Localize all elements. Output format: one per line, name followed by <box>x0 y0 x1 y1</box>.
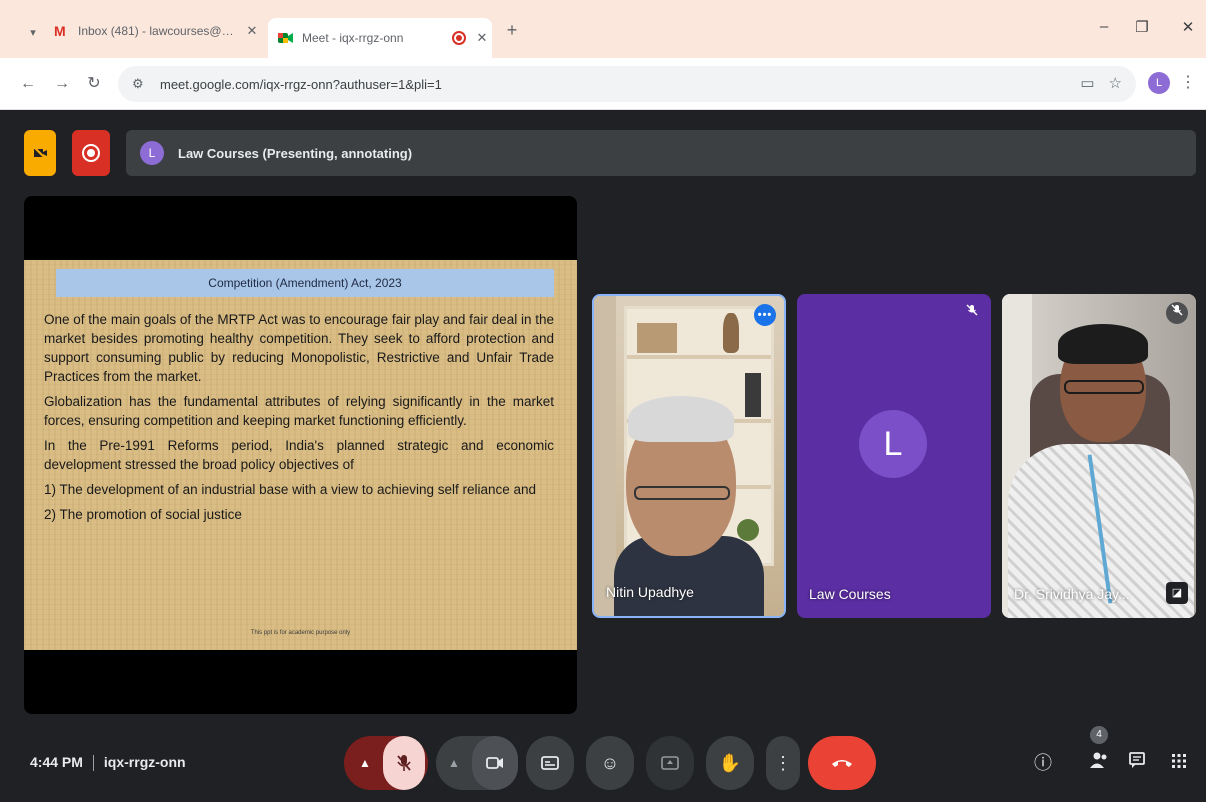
participant-tile[interactable]: L Law Courses <box>797 294 991 618</box>
pin-icon[interactable]: ◪ <box>1166 582 1188 604</box>
profile-avatar[interactable]: L <box>1148 72 1170 94</box>
video-feed <box>594 296 784 616</box>
slide-paragraph: In the Pre-1991 Reforms period, India's … <box>44 438 554 472</box>
people-icon[interactable] <box>1086 750 1112 776</box>
captions-icon <box>541 756 559 770</box>
record-icon <box>82 144 100 162</box>
camera-off-indicator-icon[interactable] <box>24 130 56 176</box>
participant-name: Law Courses <box>809 586 891 602</box>
address-bar[interactable]: ⚙ meet.google.com/iqx-rrgz-onn?authuser=… <box>118 66 1136 102</box>
slide: Competition (Amendment) Act, 2023 One of… <box>24 260 577 650</box>
slide-paragraph: One of the main goals of the MRTP Act wa… <box>44 312 554 384</box>
url-text: meet.google.com/iqx-rrgz-onn?authuser=1&… <box>160 76 442 92</box>
browser-tab-bar: ▾ M Inbox (481) - lawcourses@gm ✕ Meet -… <box>0 0 1206 58</box>
glasses <box>634 486 730 500</box>
close-window-icon[interactable]: ✕ <box>1176 18 1200 36</box>
tab-title: Inbox (481) - lawcourses@gm <box>78 24 236 38</box>
tab-inbox[interactable]: M Inbox (481) - lawcourses@gm ✕ <box>48 14 262 48</box>
microphone-control: ▲ <box>344 736 428 790</box>
glasses <box>1064 380 1144 394</box>
mic-off-icon <box>961 302 983 324</box>
leave-call-button[interactable] <box>808 736 876 790</box>
meeting-code: iqx-rrgz-onn <box>103 754 186 770</box>
slide-title: Competition (Amendment) Act, 2023 <box>56 269 554 297</box>
forward-icon[interactable]: → <box>50 72 74 96</box>
chat-icon[interactable] <box>1124 750 1150 776</box>
meeting-details-icon[interactable]: ⓘ <box>1030 750 1056 776</box>
slide-paragraph: Globalization has the fundamental attrib… <box>44 394 554 428</box>
tab-search-dropdown-icon[interactable]: ▾ <box>22 22 44 44</box>
phone-hangup-icon <box>832 760 852 767</box>
person-hair <box>1058 324 1148 364</box>
divider <box>92 755 94 772</box>
participant-name: Nitin Upadhye <box>606 584 694 600</box>
gmail-icon: M <box>54 23 66 39</box>
close-tab-icon[interactable]: ✕ <box>472 30 492 46</box>
new-tab-icon[interactable]: + <box>500 20 524 41</box>
more-options-button[interactable]: ⋮ <box>766 736 800 790</box>
person-hair <box>628 396 734 442</box>
presentation-stage: Competition (Amendment) Act, 2023 One of… <box>24 196 577 714</box>
reload-icon[interactable]: ↻ <box>82 72 106 96</box>
browser-toolbar: ← → ↻ ⚙ meet.google.com/iqx-rrgz-onn?aut… <box>0 58 1206 110</box>
presenter-avatar: L <box>140 141 164 165</box>
present-button[interactable] <box>646 736 694 790</box>
slide-list-item: 2) The promotion of social justice <box>44 507 242 522</box>
people-count-badge: 4 <box>1090 726 1108 744</box>
browser-menu-icon[interactable]: ⋮ <box>1180 72 1196 92</box>
more-options-icon[interactable]: ••• <box>754 304 776 326</box>
meeting-info: 4:44 PM iqx-rrgz-onn <box>30 754 186 772</box>
video-feed <box>1002 294 1196 618</box>
mic-off-icon <box>1166 302 1188 324</box>
minimize-icon[interactable]: – <box>1092 18 1116 35</box>
emoji-button[interactable]: ☺ <box>586 736 634 790</box>
presenter-label: Law Courses (Presenting, annotating) <box>178 145 413 161</box>
more-vert-icon: ⋮ <box>774 752 792 773</box>
meet-icon <box>278 31 294 45</box>
back-icon[interactable]: ← <box>16 72 40 96</box>
participant-name: Dr. Srividhya Jay... <box>1014 586 1130 602</box>
participant-tile[interactable]: ••• Nitin Upadhye <box>592 294 786 618</box>
camera-control: ▲ <box>436 736 518 790</box>
activities-icon[interactable] <box>1166 750 1192 776</box>
bookmark-star-icon[interactable]: ☆ <box>1109 74 1122 92</box>
hand-icon: ✋ <box>718 752 742 773</box>
meeting-time: 4:44 PM <box>30 754 83 770</box>
slide-body: One of the main goals of the MRTP Act wa… <box>44 310 554 530</box>
tab-title: Meet - iqx-rrgz-onn <box>302 31 404 45</box>
recording-indicator-icon <box>452 31 466 45</box>
present-icon <box>661 756 679 770</box>
site-info-icon[interactable]: ⚙ <box>132 76 152 92</box>
cast-icon[interactable]: ▭ <box>1080 74 1094 92</box>
presenter-banner: L Law Courses (Presenting, annotating) <box>126 130 1196 176</box>
participant-avatar: L <box>859 410 927 478</box>
audio-options-icon[interactable]: ▲ <box>347 756 383 770</box>
video-options-icon[interactable]: ▲ <box>436 756 472 770</box>
captions-button[interactable] <box>526 736 574 790</box>
camera-icon[interactable] <box>472 736 518 790</box>
recording-button[interactable] <box>72 130 110 176</box>
participant-tile[interactable]: Dr. Srividhya Jay... ◪ <box>1002 294 1196 618</box>
close-tab-icon[interactable]: ✕ <box>242 23 262 39</box>
slide-footer: This ppt is for academic purpose only <box>250 630 351 636</box>
tab-meet[interactable]: Meet - iqx-rrgz-onn ✕ <box>268 18 492 58</box>
restore-icon[interactable]: ❐ <box>1130 18 1154 36</box>
slide-list-item: 1) The development of an industrial base… <box>44 482 537 497</box>
mic-off-icon[interactable] <box>383 736 425 790</box>
raise-hand-button[interactable]: ✋ <box>706 736 754 790</box>
emoji-icon: ☺ <box>600 752 620 773</box>
